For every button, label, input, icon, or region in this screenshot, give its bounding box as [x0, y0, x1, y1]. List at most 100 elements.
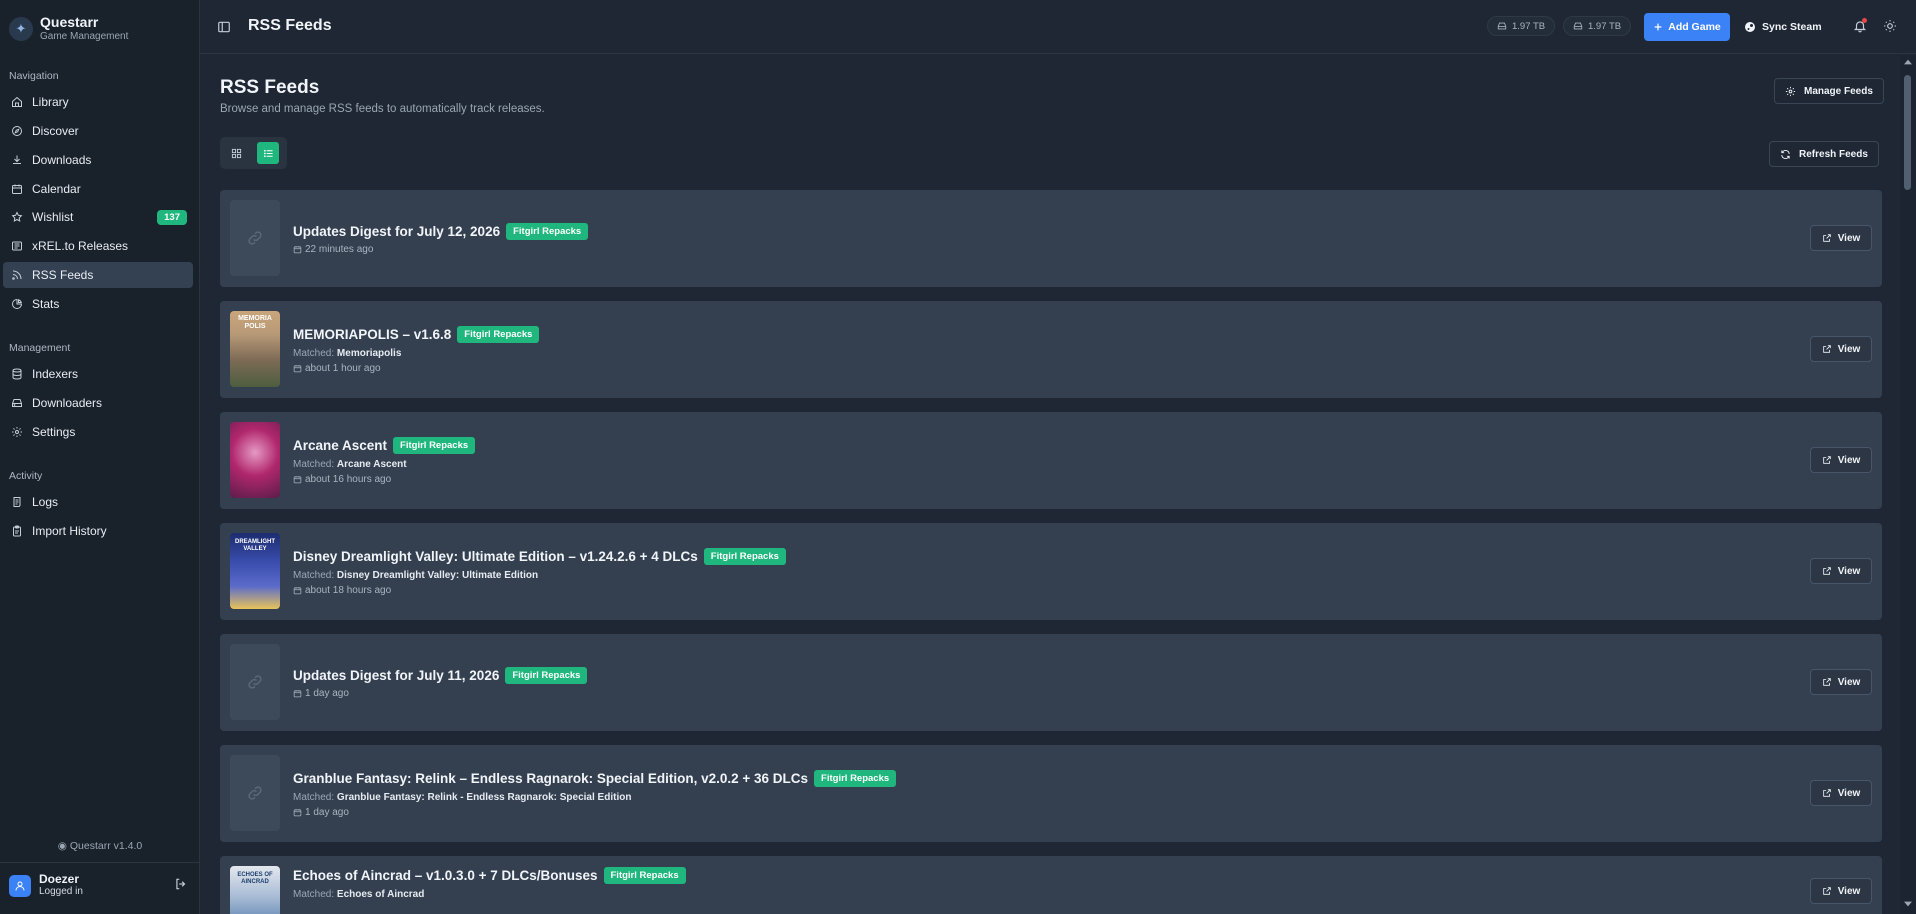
source-badge: Fitgirl Repacks	[814, 769, 897, 787]
sidebar-item-downloads[interactable]: Downloads	[3, 147, 193, 173]
scroll-thumb[interactable]	[1904, 75, 1911, 190]
feed-thumbnail	[230, 200, 280, 276]
sidebar-item-stats[interactable]: Stats	[3, 291, 193, 317]
feed-matched: Matched: Arcane Ascent	[293, 458, 407, 470]
sun-icon[interactable]	[1883, 19, 1897, 33]
sidebar-item-calendar[interactable]: Calendar	[3, 176, 193, 202]
matched-game[interactable]: Granblue Fantasy: Relink - Endless Ragna…	[337, 792, 632, 803]
sidebar-item-library[interactable]: Library	[3, 89, 193, 115]
source-badge: Fitgirl Repacks	[457, 325, 540, 343]
feed-info: Disney Dreamlight Valley: Ultimate Editi…	[293, 523, 786, 620]
feed-item: Updates Digest for July 12, 2026 Fitgirl…	[220, 190, 1882, 287]
feed-time: 22 minutes ago	[293, 244, 588, 255]
gear-icon	[1785, 86, 1796, 96]
feed-time: about 18 hours ago	[293, 585, 786, 596]
feed-time: 1 day ago	[293, 688, 587, 699]
manage-feeds-button[interactable]: Manage Feeds	[1774, 78, 1884, 104]
sidebar-item-logs[interactable]: Logs	[3, 489, 193, 515]
nav-section-activity: Activity	[9, 470, 43, 482]
database-icon	[10, 367, 24, 381]
feed-title[interactable]: Granblue Fantasy: Relink – Endless Ragna…	[293, 771, 808, 786]
app-version[interactable]: ◉ Questarr v1.4.0	[0, 840, 200, 852]
feed-title[interactable]: Echoes of Aincrad – v1.0.3.0 + 7 DLCs/Bo…	[293, 868, 598, 883]
hard-drive-icon	[1497, 22, 1507, 30]
matched-game[interactable]: Disney Dreamlight Valley: Ultimate Editi…	[337, 570, 538, 581]
sidebar-item-indexers[interactable]: Indexers	[3, 361, 193, 387]
gear-icon	[10, 425, 24, 439]
source-badge: Fitgirl Repacks	[603, 867, 686, 884]
feed-matched: Matched: Echoes of Aincrad	[293, 889, 425, 900]
view-button[interactable]: View	[1810, 780, 1872, 806]
feed-title[interactable]: Disney Dreamlight Valley: Ultimate Editi…	[293, 549, 698, 564]
feed-title[interactable]: MEMORIAPOLIS – v1.6.8	[293, 327, 451, 342]
view-button[interactable]: View	[1810, 336, 1872, 362]
sidebar: ✦ Questarr Game Management Navigation Li…	[0, 0, 200, 914]
list-view-button[interactable]	[257, 142, 279, 164]
notification-dot	[1862, 18, 1867, 23]
sidebar-item-wishlist[interactable]: Wishlist 137	[3, 204, 193, 230]
matched-game[interactable]: Arcane Ascent	[337, 459, 407, 470]
storage-indicator: 1.97 TB	[1487, 16, 1556, 36]
sidebar-item-label: Discover	[32, 124, 79, 138]
link-icon	[248, 675, 262, 689]
feed-title[interactable]: Arcane Ascent	[293, 438, 387, 453]
add-game-button[interactable]: Add Game	[1644, 13, 1730, 41]
sidebar-item-discover[interactable]: Discover	[3, 118, 193, 144]
calendar-icon	[293, 364, 302, 372]
source-badge: Fitgirl Repacks	[505, 666, 588, 684]
calendar-icon	[293, 689, 302, 697]
compass-icon	[10, 124, 24, 138]
brand[interactable]: ✦ Questarr Game Management	[9, 14, 128, 43]
feed-title[interactable]: Updates Digest for July 11, 2026	[293, 668, 499, 683]
sync-steam-button[interactable]: Sync Steam	[1744, 13, 1822, 41]
feed-item: Updates Digest for July 11, 2026 Fitgirl…	[220, 634, 1882, 731]
sidebar-item-downloaders[interactable]: Downloaders	[3, 390, 193, 416]
view-button[interactable]: View	[1810, 447, 1872, 473]
sidebar-item-label: Calendar	[32, 182, 81, 196]
main-content: RSS Feeds Browse and manage RSS feeds to…	[200, 55, 1900, 914]
scrollbar[interactable]	[1900, 55, 1916, 914]
feed-time: 1 day ago	[293, 807, 896, 818]
grid-view-button[interactable]	[225, 142, 247, 164]
app-name: Questarr	[40, 14, 99, 30]
feed-cover-image	[230, 422, 280, 498]
clipboard-icon	[10, 524, 24, 538]
sidebar-item-label: RSS Feeds	[32, 268, 94, 282]
top-header: RSS Feeds 1.97 TB 1.97 TB Add Game Sync …	[200, 0, 1916, 54]
source-badge: Fitgirl Repacks	[393, 436, 476, 454]
page-title: RSS Feeds	[220, 77, 320, 98]
view-button[interactable]: View	[1810, 225, 1872, 251]
sidebar-item-xrel-releases[interactable]: xREL.to Releases	[3, 233, 193, 259]
external-link-icon	[1822, 789, 1831, 797]
view-button[interactable]: View	[1810, 878, 1872, 904]
sidebar-toggle-icon[interactable]	[217, 20, 231, 34]
avatar	[9, 874, 31, 897]
list-icon	[263, 149, 273, 157]
feed-title[interactable]: Updates Digest for July 12, 2026	[293, 224, 500, 239]
pie-chart-icon	[10, 297, 24, 311]
sidebar-item-settings[interactable]: Settings	[3, 419, 193, 445]
scroll-down-icon[interactable]	[1904, 901, 1912, 907]
sidebar-item-import-history[interactable]: Import History	[3, 518, 193, 544]
refresh-feeds-button[interactable]: Refresh Feeds	[1769, 141, 1879, 167]
scroll-up-icon[interactable]	[1904, 59, 1912, 65]
newspaper-icon	[10, 239, 24, 253]
sidebar-item-label: Settings	[32, 425, 76, 439]
external-link-icon	[1822, 234, 1831, 242]
feed-thumbnail	[230, 755, 280, 831]
rss-icon	[10, 268, 24, 282]
logout-icon[interactable]	[174, 877, 188, 891]
view-button[interactable]: View	[1810, 669, 1872, 695]
cover-art-text: DREAMLIGHT VALLEY	[235, 539, 275, 552]
sidebar-item-label: Stats	[32, 297, 60, 311]
view-button[interactable]: View	[1810, 558, 1872, 584]
storage-indicator: 1.97 TB	[1563, 16, 1632, 36]
page-subtitle: Browse and manage RSS feeds to automatic…	[220, 103, 545, 115]
sidebar-item-label: Indexers	[32, 367, 79, 381]
matched-game[interactable]: Echoes of Aincrad	[337, 889, 424, 900]
external-link-icon	[1822, 887, 1831, 895]
sidebar-item-label: Downloaders	[32, 396, 103, 410]
matched-game[interactable]: Memoriapolis	[337, 348, 401, 359]
sidebar-item-rss-feeds[interactable]: RSS Feeds	[3, 262, 193, 288]
calendar-icon	[293, 586, 302, 594]
